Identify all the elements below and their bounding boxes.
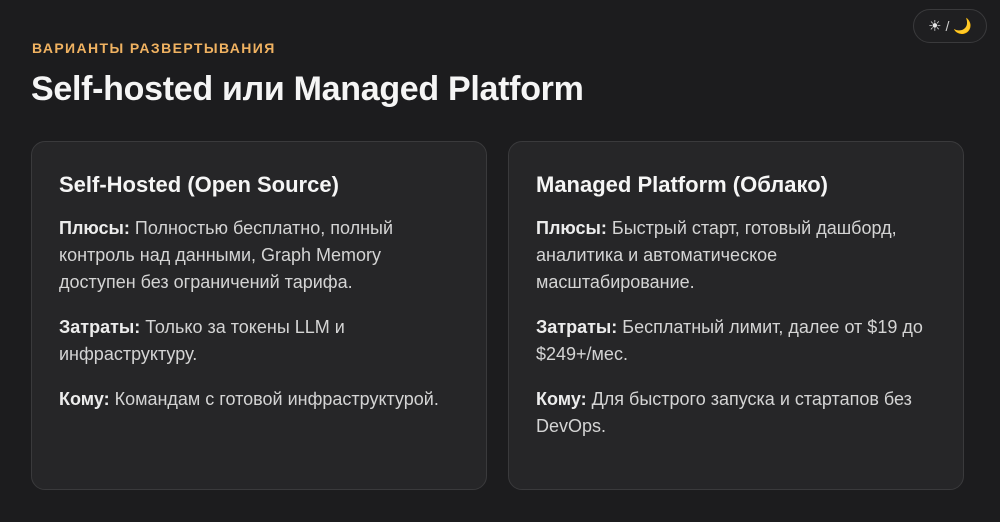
audience-label: Кому: [536,389,587,409]
card-audience: Кому: Для быстрого запуска и стартапов б… [536,386,937,440]
moon-icon: 🌙 [953,18,973,35]
audience-text: Командам с готовой инфраструктурой. [109,389,439,409]
card-title: Self-Hosted (Open Source) [59,172,339,197]
audience-label: Кому: [59,389,110,409]
card-self-hosted: Self-Hosted (Open Source) Плюсы: Полност… [31,141,487,490]
card-audience: Кому: Командам с готовой инфраструктурой… [59,386,460,413]
costs-label: Затраты: [536,317,618,337]
section-eyebrow: ВАРИАНТЫ РАЗВЕРТЫВАНИЯ [32,40,276,56]
card-costs: Затраты: Только за токены LLM и инфрастр… [59,314,460,368]
sun-icon: ☀ [927,18,942,35]
card-costs: Затраты: Бесплатный лимит, далее от $19 … [536,314,937,368]
card-pros: Плюсы: Быстрый старт, готовый дашборд, а… [536,215,937,296]
pros-label: Плюсы: [536,218,607,238]
card-title: Managed Platform (Облако) [536,172,828,197]
theme-toggle-button[interactable]: ☀ / 🌙 [913,9,987,43]
card-pros: Плюсы: Полностью бесплатно, полный контр… [59,215,460,296]
pros-label: Плюсы: [59,218,130,238]
page-title: Self-hosted или Managed Platform [31,70,584,108]
costs-label: Затраты: [59,317,141,337]
toggle-separator: / [945,18,950,34]
audience-text: Для быстрого запуска и стартапов без Dev… [536,389,912,436]
card-managed-platform: Managed Platform (Облако) Плюсы: Быстрый… [508,141,964,490]
